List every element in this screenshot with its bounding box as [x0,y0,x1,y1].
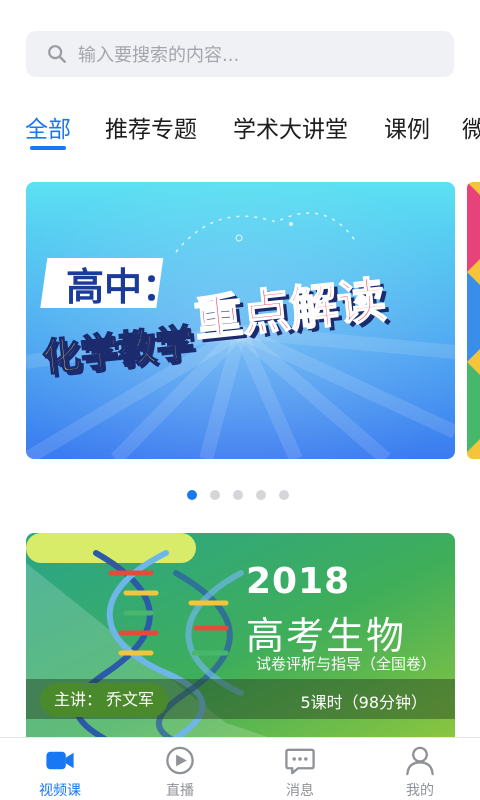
active-tab-indicator [30,146,66,150]
nav-label: 视频课 [39,783,81,799]
search-bar[interactable]: 输入要搜索的内容... [26,31,454,77]
search-placeholder: 输入要搜索的内容... [78,45,240,66]
page-dot-4[interactable] [256,490,266,500]
nav-profile[interactable]: 我的 [360,738,480,800]
chat-bubble-icon [285,748,315,775]
nav-messages[interactable]: 消息 [240,738,360,800]
app-screen: 输入要搜索的内容... 全部 推荐专题 学术大讲堂 课例 微 高中： 化学教学 … [0,0,480,800]
course-lessons: 5课时（98分钟） [300,693,427,712]
next-banner-peek[interactable] [467,182,480,459]
bottom-nav: 视频课 直播 消息 我的 [0,737,480,800]
page-dot-1[interactable] [187,490,197,500]
lecturer-prefix: 主讲： [54,690,103,709]
nav-label: 直播 [166,783,194,799]
course-card[interactable]: 2018 高考生物 试卷评析与指导（全国卷） 主讲： 乔文军 5课时（98分钟） [26,533,455,743]
carousel-pagination [187,490,289,500]
nav-label: 消息 [286,783,314,799]
banner-line1: 高中： [66,265,180,309]
course-subtitle: 试卷评析与指导（全国卷） [256,655,437,673]
search-icon [48,45,66,63]
video-camera-icon [46,751,74,770]
tab-academic-lectures[interactable]: 学术大讲堂 [233,110,348,144]
play-circle-icon [166,746,194,775]
next-banner-artwork [467,182,480,459]
nav-label: 我的 [406,783,434,799]
lecturer-name: 乔文军 [106,690,155,709]
tab-recommended-topics[interactable]: 推荐专题 [105,110,197,144]
user-icon [406,746,434,776]
page-dot-2[interactable] [210,490,220,500]
category-tabs: 全部 推荐专题 学术大讲堂 课例 微 [0,104,480,156]
nav-live[interactable]: 直播 [120,738,240,800]
course-title: 高考生物 [246,614,407,658]
page-dot-3[interactable] [233,490,243,500]
nav-video-courses[interactable]: 视频课 [0,738,120,800]
banner-artwork: 高中： 化学教学 化学教学 重点解读 重点解读 [26,182,455,459]
page-dot-5[interactable] [279,490,289,500]
course-year: 2018 [246,561,351,602]
tab-all[interactable]: 全部 [25,110,71,144]
tab-lesson-examples[interactable]: 课例 [384,110,430,144]
lecturer-badge: 主讲： 乔文军 [40,683,169,717]
banner-slide[interactable]: 高中： 化学教学 化学教学 重点解读 重点解读 [26,182,455,459]
tab-micro[interactable]: 微 [462,110,480,144]
